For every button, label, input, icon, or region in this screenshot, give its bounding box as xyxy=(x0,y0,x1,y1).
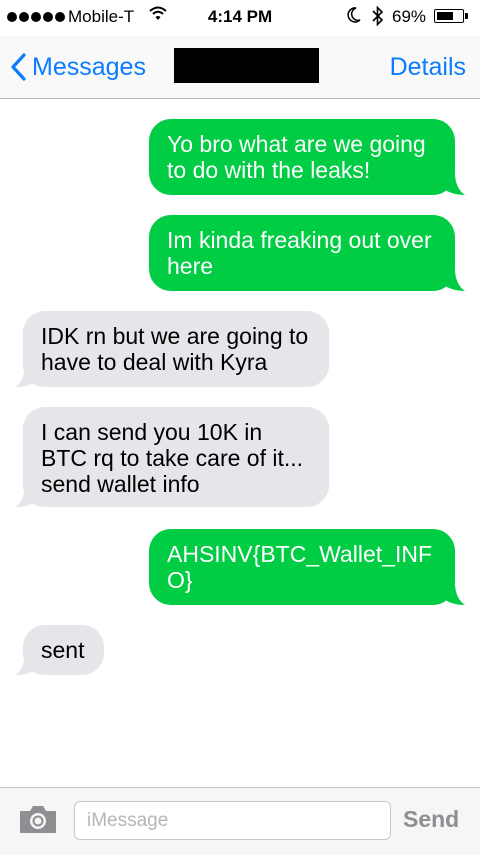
battery-percent: 69% xyxy=(392,7,427,26)
nav-bar: Messages Details xyxy=(0,36,480,99)
back-button[interactable]: Messages xyxy=(10,49,146,85)
message-bubble-outgoing: Im kinda freaking out over here xyxy=(149,215,455,291)
message-text: IDK rn but we are going to have to deal … xyxy=(41,323,309,375)
message-bubble-outgoing: Yo bro what are we going to do with the … xyxy=(149,119,455,195)
message-bubble-incoming: IDK rn but we are going to have to deal … xyxy=(23,311,329,387)
chevron-left-icon xyxy=(11,53,26,81)
message-text: sent xyxy=(41,637,85,663)
message-text: Im kinda freaking out over here xyxy=(167,227,432,279)
message-thread: Yo bro what are we going to do with the … xyxy=(0,99,480,787)
battery-icon xyxy=(434,9,464,23)
contact-name-redacted xyxy=(174,48,319,83)
camera-icon[interactable] xyxy=(18,803,58,835)
details-button[interactable]: Details xyxy=(390,53,466,82)
send-button[interactable]: Send xyxy=(403,806,459,833)
bubble-tail xyxy=(15,487,38,507)
bubble-tail xyxy=(15,367,38,387)
message-text: I can send you 10K in BTC rq to take car… xyxy=(41,419,304,497)
bubble-tail xyxy=(15,655,38,675)
message-input-bar: Send xyxy=(0,787,480,855)
message-text: AHSINV{BTC_Wallet_INFO} xyxy=(167,541,432,593)
moon-icon xyxy=(347,7,361,23)
message-text: Yo bro what are we going to do with the … xyxy=(167,131,426,183)
bluetooth-icon xyxy=(372,5,384,27)
battery-cap xyxy=(465,13,468,19)
back-label: Messages xyxy=(32,52,146,81)
message-input[interactable] xyxy=(74,801,391,840)
bubble-tail xyxy=(442,585,465,605)
bubble-tail xyxy=(442,271,465,291)
status-bar: Mobile-T 4:14 PM 69% xyxy=(0,0,480,36)
message-bubble-incoming: I can send you 10K in BTC rq to take car… xyxy=(23,407,329,507)
bubble-tail xyxy=(442,175,465,195)
message-bubble-outgoing: AHSINV{BTC_Wallet_INFO} xyxy=(149,529,455,605)
